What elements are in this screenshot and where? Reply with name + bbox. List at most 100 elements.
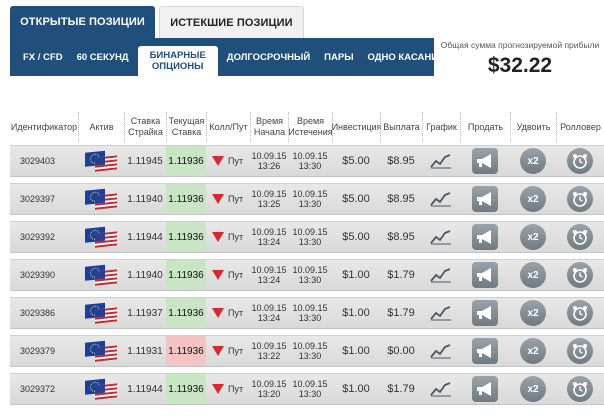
start-clock: 13:26 (257, 161, 281, 171)
start-date: 10.09.15 (251, 303, 287, 313)
start-date: 10.09.15 (251, 265, 287, 275)
nav-long-term[interactable]: ДОЛГОСРОЧНЫЙ (220, 52, 317, 63)
put-arrow-icon (212, 308, 224, 318)
expiry-clock: 13:30 (298, 161, 322, 171)
rollover-button[interactable] (556, 222, 604, 252)
start-time: 10.09.15 13:25 (250, 184, 288, 214)
col-start-line1: Время (255, 116, 284, 126)
strike-rate: 1.11937 (127, 307, 163, 319)
eur-usd-flag-icon (85, 226, 117, 248)
nav-binary-options[interactable]: БИНАРНЫЕ ОПЦИОНЫ (137, 46, 218, 76)
callput-cell: Пут (206, 374, 250, 404)
strike-rate: 1.11944 (127, 231, 163, 243)
rollover-btn-face (567, 300, 593, 326)
double-button[interactable]: x2 (510, 260, 556, 290)
current-rate: 1.11936 (166, 298, 206, 328)
double-btn-face: x2 (520, 376, 546, 402)
trend-chart-icon (430, 268, 451, 283)
investment: $1.00 (342, 383, 370, 395)
start-clock: 13:24 (257, 237, 281, 247)
double-button[interactable]: x2 (510, 184, 556, 214)
put-arrow-icon (212, 232, 224, 242)
double-button[interactable]: x2 (510, 336, 556, 366)
eur-usd-flag-icon (85, 264, 117, 286)
sell-button[interactable] (460, 298, 510, 328)
rollover-button[interactable] (556, 336, 604, 366)
start-clock: 13:24 (257, 275, 281, 285)
rollover-btn-face (567, 186, 593, 212)
col-id-label: Идентификатор (10, 121, 78, 132)
trend-chart-icon (430, 382, 451, 397)
rollover-btn-face (567, 148, 593, 174)
start-date: 10.09.15 (251, 227, 287, 237)
sell-button[interactable] (460, 336, 510, 366)
alarm-clock-icon (573, 306, 587, 321)
chart-button[interactable] (422, 146, 460, 176)
expiry-date: 10.09.15 (292, 379, 328, 389)
rollover-button[interactable] (556, 298, 604, 328)
sell-button[interactable] (460, 184, 510, 214)
sell-button[interactable] (460, 260, 510, 290)
put-arrow-icon (212, 194, 224, 204)
strike-rate: 1.11944 (127, 383, 163, 395)
sell-button[interactable] (460, 374, 510, 404)
double-button[interactable]: x2 (510, 298, 556, 328)
rollover-button[interactable] (556, 374, 604, 404)
current-rate: 1.11936 (166, 184, 206, 214)
sell-button[interactable] (460, 222, 510, 252)
profit-summary-label: Общая сумма прогнозируемой прибыли (440, 40, 600, 50)
chart-button[interactable] (422, 222, 460, 252)
nav-60-seconds[interactable]: 60 СЕКУНД (70, 52, 136, 63)
nav-binary-options-line1: БИНАРНЫЕ (149, 50, 206, 61)
col-current: Текущая Ставка (166, 112, 206, 142)
double-btn-face: x2 (520, 262, 546, 288)
col-id: Идентификатор (10, 112, 78, 142)
put-arrow-icon (212, 346, 224, 356)
double-button[interactable]: x2 (510, 222, 556, 252)
investment: $1.00 (342, 269, 370, 281)
chart-button[interactable] (422, 298, 460, 328)
col-investment-label: Инвестиция (331, 121, 382, 132)
sell-btn-face (472, 300, 498, 326)
nav-pairs[interactable]: ПАРЫ (317, 52, 360, 63)
col-chart-label: График (426, 121, 457, 132)
tab-open-positions[interactable]: ОТКРЫТЫЕ ПОЗИЦИИ (10, 6, 155, 38)
chart-button[interactable] (422, 336, 460, 366)
start-time: 10.09.15 13:24 (250, 222, 288, 252)
chart-button[interactable] (422, 260, 460, 290)
sell-btn-face (472, 376, 498, 402)
rollover-button[interactable] (556, 184, 604, 214)
expiry-date: 10.09.15 (292, 227, 328, 237)
table-row: 3029392 1.11944 1.11936 Пут 10.09.15 13:… (10, 221, 604, 253)
current-rate: 1.11936 (166, 336, 206, 366)
put-arrow-icon (212, 270, 224, 280)
strike-rate: 1.11940 (127, 193, 163, 205)
start-date: 10.09.15 (251, 379, 287, 389)
current-rate: 1.11936 (166, 374, 206, 404)
chart-button[interactable] (422, 184, 460, 214)
col-asset-label: Актив (89, 121, 114, 132)
nav-one-touch[interactable]: ОДНО КАСАНИЕ (361, 52, 452, 63)
callput-cell: Пут (206, 260, 250, 290)
callput-cell: Пут (206, 222, 250, 252)
eur-usd-flag-icon (85, 340, 117, 362)
expiry-date: 10.09.15 (292, 303, 328, 313)
nav-fx-cfd[interactable]: FX / CFD (16, 52, 70, 63)
rollover-button[interactable] (556, 260, 604, 290)
rollover-btn-face (567, 338, 593, 364)
megaphone-icon (477, 344, 491, 358)
expiry-time: 10.09.15 13:30 (288, 336, 332, 366)
product-nav: FX / CFD 60 СЕКУНД БИНАРНЫЕ ОПЦИОНЫ ДОЛГ… (10, 38, 444, 76)
chart-button[interactable] (422, 374, 460, 404)
strike-rate: 1.11931 (127, 345, 163, 357)
megaphone-icon (477, 306, 491, 320)
start-time: 10.09.15 13:20 (250, 374, 288, 404)
sell-button[interactable] (460, 146, 510, 176)
rollover-button[interactable] (556, 146, 604, 176)
tab-expired-positions[interactable]: ИСТЕКШИЕ ПОЗИЦИИ (159, 6, 304, 38)
put-arrow-icon (212, 384, 224, 394)
double-button[interactable]: x2 (510, 146, 556, 176)
double-button[interactable]: x2 (510, 374, 556, 404)
start-time: 10.09.15 13:26 (250, 146, 288, 176)
col-end: Время Истечения (288, 112, 333, 142)
